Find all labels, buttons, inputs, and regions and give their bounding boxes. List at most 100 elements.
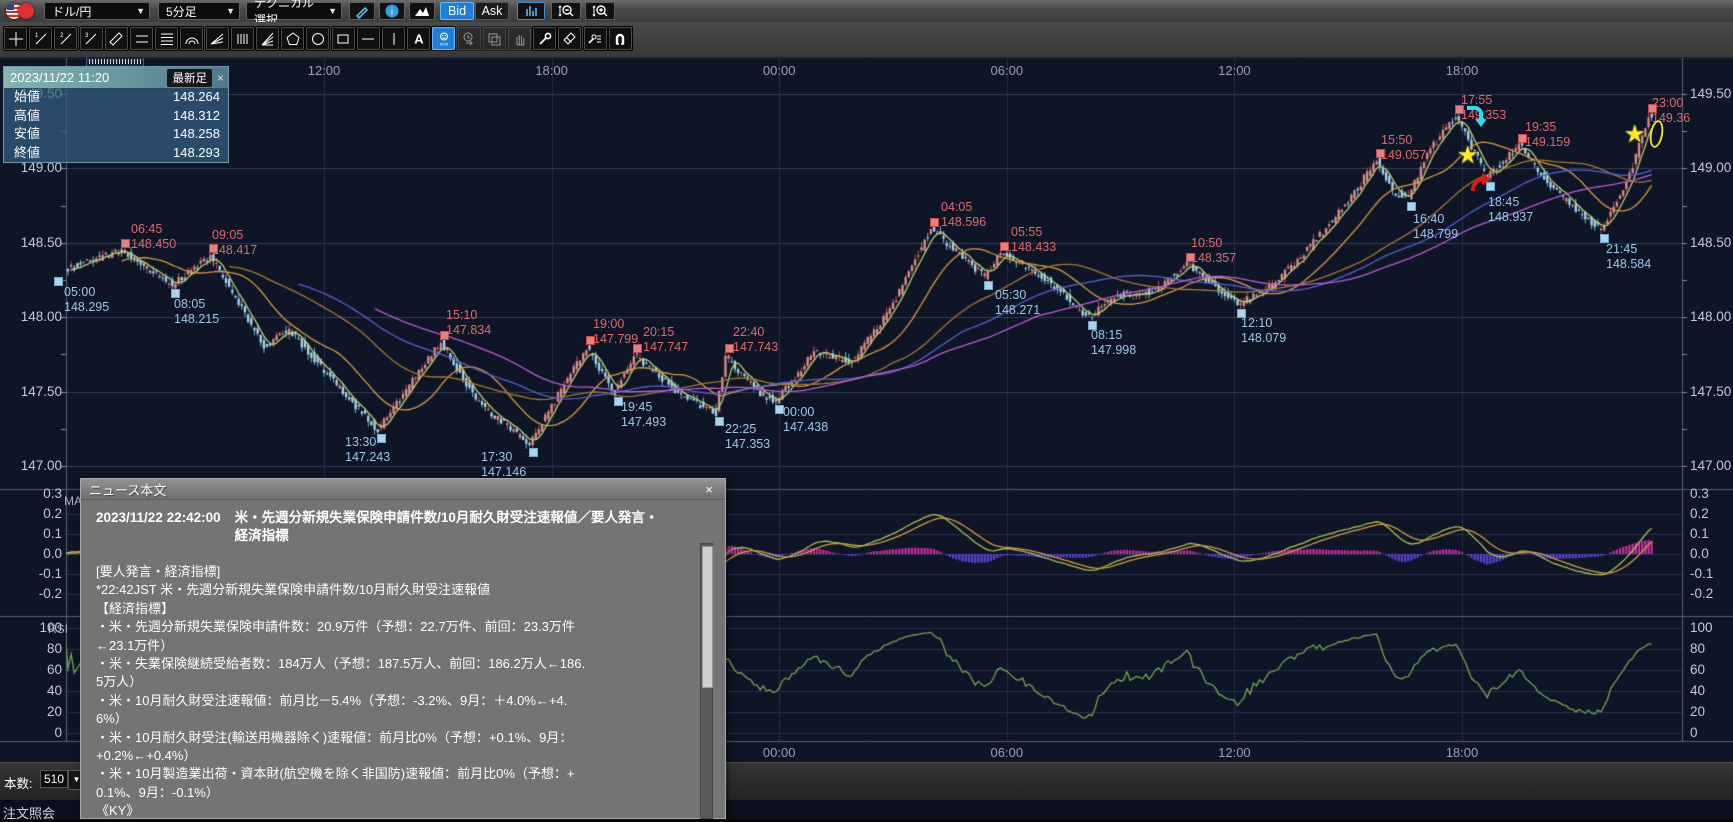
swing-annotation: 17:30147.146 (481, 450, 526, 480)
news-body-line: ・米・先週分新規失業保険申請件数：20.9万件（予想：22.7万件、前回：23.… (96, 618, 701, 636)
close-icon[interactable]: × (701, 482, 717, 497)
duplicate-icon (486, 31, 502, 47)
macd-axis-label: 0.2 (1690, 507, 1709, 520)
hand-icon (512, 31, 528, 47)
news-body-line: 0.1%、9月：-0.1%） (96, 784, 701, 802)
low-label: 安値 (14, 126, 40, 143)
bid-button-label: Bid (448, 4, 466, 18)
area-chart-button[interactable] (409, 2, 435, 20)
magnet-button[interactable] (608, 26, 633, 51)
speed-lines-button[interactable] (255, 26, 280, 51)
macd-axis-label: 0.2 (10, 507, 62, 520)
settings-list-icon (587, 31, 603, 47)
macd-axis-label: 0.3 (10, 487, 62, 500)
vertical-lines-button[interactable] (230, 26, 255, 51)
time-shift-icon (461, 31, 477, 47)
technical-select-button[interactable]: テクニカル選択 ▼ (246, 2, 342, 20)
time-axis-label: 00:00 (763, 63, 796, 78)
ruler-icon (108, 31, 124, 47)
zoom-out-button[interactable] (551, 2, 581, 20)
chart-style-button[interactable] (517, 2, 545, 20)
fibo-arc-button[interactable] (179, 26, 204, 51)
eraser-button[interactable] (557, 26, 582, 51)
news-window: ニュース本文 × 2023/11/22 22:42:00 米・先週分新規失業保険… (80, 478, 726, 819)
draw-pencil-button[interactable] (349, 2, 375, 20)
zoom-in-button[interactable] (585, 2, 615, 20)
ohlc-info-box: 2023/11/22 11:20 最新足 × 始値 148.264 高値 148… (3, 66, 229, 163)
swing-marker (984, 281, 993, 290)
trendline1-button[interactable]: 1 (28, 26, 53, 51)
pair-select-value: ドル/円 (52, 3, 91, 20)
fan-lines-button[interactable] (205, 26, 230, 51)
star-icon[interactable]: ★ (1624, 124, 1646, 146)
trendline2-button[interactable]: 2 (53, 26, 78, 51)
pencil-icon (354, 3, 370, 19)
arrow-curve-up-icon[interactable] (1470, 170, 1492, 199)
parallel-lines-button[interactable] (129, 26, 154, 51)
rsi-axis-label: 0 (10, 726, 62, 739)
swing-marker (529, 448, 538, 457)
horizontal-line-button[interactable] (356, 26, 381, 51)
main-toolbar: ドル/円 ▼ 5分足 ▼ テクニカル選択 ▼ i Bid Ask (0, 0, 1733, 23)
rsi-axis-label: 60 (10, 663, 62, 676)
ohlc-low-row: 安値 148.258 (4, 125, 228, 144)
pentagon-button[interactable] (280, 26, 305, 51)
multi-lines-button[interactable] (154, 26, 179, 51)
rectangle-icon (335, 31, 351, 47)
ruler-button[interactable] (104, 26, 129, 51)
star-icon[interactable]: ★ (1457, 145, 1479, 167)
chevron-down-icon: ▼ (328, 6, 337, 16)
low-value: 148.258 (173, 126, 220, 143)
text-tool-button[interactable]: A (406, 26, 431, 51)
ellipse-icon (310, 31, 326, 47)
close-icon[interactable]: × (217, 71, 224, 85)
swing-annotation: 19:45147.493 (621, 400, 666, 430)
news-titlebar[interactable]: ニュース本文 × (81, 479, 725, 500)
icon-stamp-button[interactable]: icon (431, 26, 456, 51)
swing-marker (377, 434, 386, 443)
chevron-down-icon: ▼ (226, 6, 235, 16)
rectangle-button[interactable] (331, 26, 356, 51)
swing-marker (1518, 134, 1527, 143)
macd-axis-label: -0.2 (1690, 587, 1713, 600)
icon-stamp-icon: icon (436, 31, 452, 47)
macd-axis-label: 0.3 (1690, 487, 1709, 500)
crosshair-button[interactable] (3, 26, 28, 51)
svg-text:i: i (391, 7, 393, 18)
rsi-axis-label: 80 (1690, 642, 1705, 655)
wrench-button[interactable] (532, 26, 557, 51)
price-axis-label: 148.00 (1690, 310, 1731, 323)
time-axis-label: 18:00 (1446, 745, 1479, 760)
settings-list-button[interactable] (583, 26, 608, 51)
pair-select[interactable]: ドル/円 ▼ (44, 2, 150, 20)
swing-annotation: 12:10148.079 (1241, 316, 1286, 346)
multi-lines-icon (159, 31, 175, 47)
jp-flag-icon (18, 3, 34, 19)
swing-annotation: 18:45148.937 (1488, 195, 1533, 225)
swing-annotation: 15:10147.834 (446, 308, 491, 338)
trendline3-button[interactable]: 3 (79, 26, 104, 51)
news-scrollbar[interactable] (700, 543, 713, 819)
swing-annotation: 09:05148.417 (212, 228, 257, 258)
swing-marker (121, 239, 130, 248)
rsi-axis-label: 100 (1690, 621, 1713, 634)
info-button[interactable]: i (379, 2, 405, 20)
macd-axis-label: 0.1 (10, 527, 62, 540)
arrow-curve-down-icon[interactable] (1464, 104, 1486, 133)
order-inquiry-tab[interactable]: 注文照会 (3, 803, 55, 822)
bar-count-input[interactable]: 510 (40, 770, 68, 788)
bid-button[interactable]: Bid (440, 2, 474, 20)
ellipse-button[interactable] (305, 26, 330, 51)
swing-marker (715, 417, 724, 426)
ask-button[interactable]: Ask (475, 2, 509, 20)
time-shift-button (457, 26, 482, 51)
rsi-axis-label: 20 (10, 705, 62, 718)
duplicate-button (482, 26, 507, 51)
vertical-line-button[interactable] (381, 26, 406, 51)
ohlc-high-row: 高値 148.312 (4, 107, 228, 126)
time-axis-label: 06:00 (991, 745, 1024, 760)
timeframe-select[interactable]: 5分足 ▼ (158, 2, 240, 20)
swing-marker (1088, 321, 1097, 330)
news-scrollbar-thumb[interactable] (702, 546, 713, 688)
rsi-axis-label: 80 (10, 642, 62, 655)
